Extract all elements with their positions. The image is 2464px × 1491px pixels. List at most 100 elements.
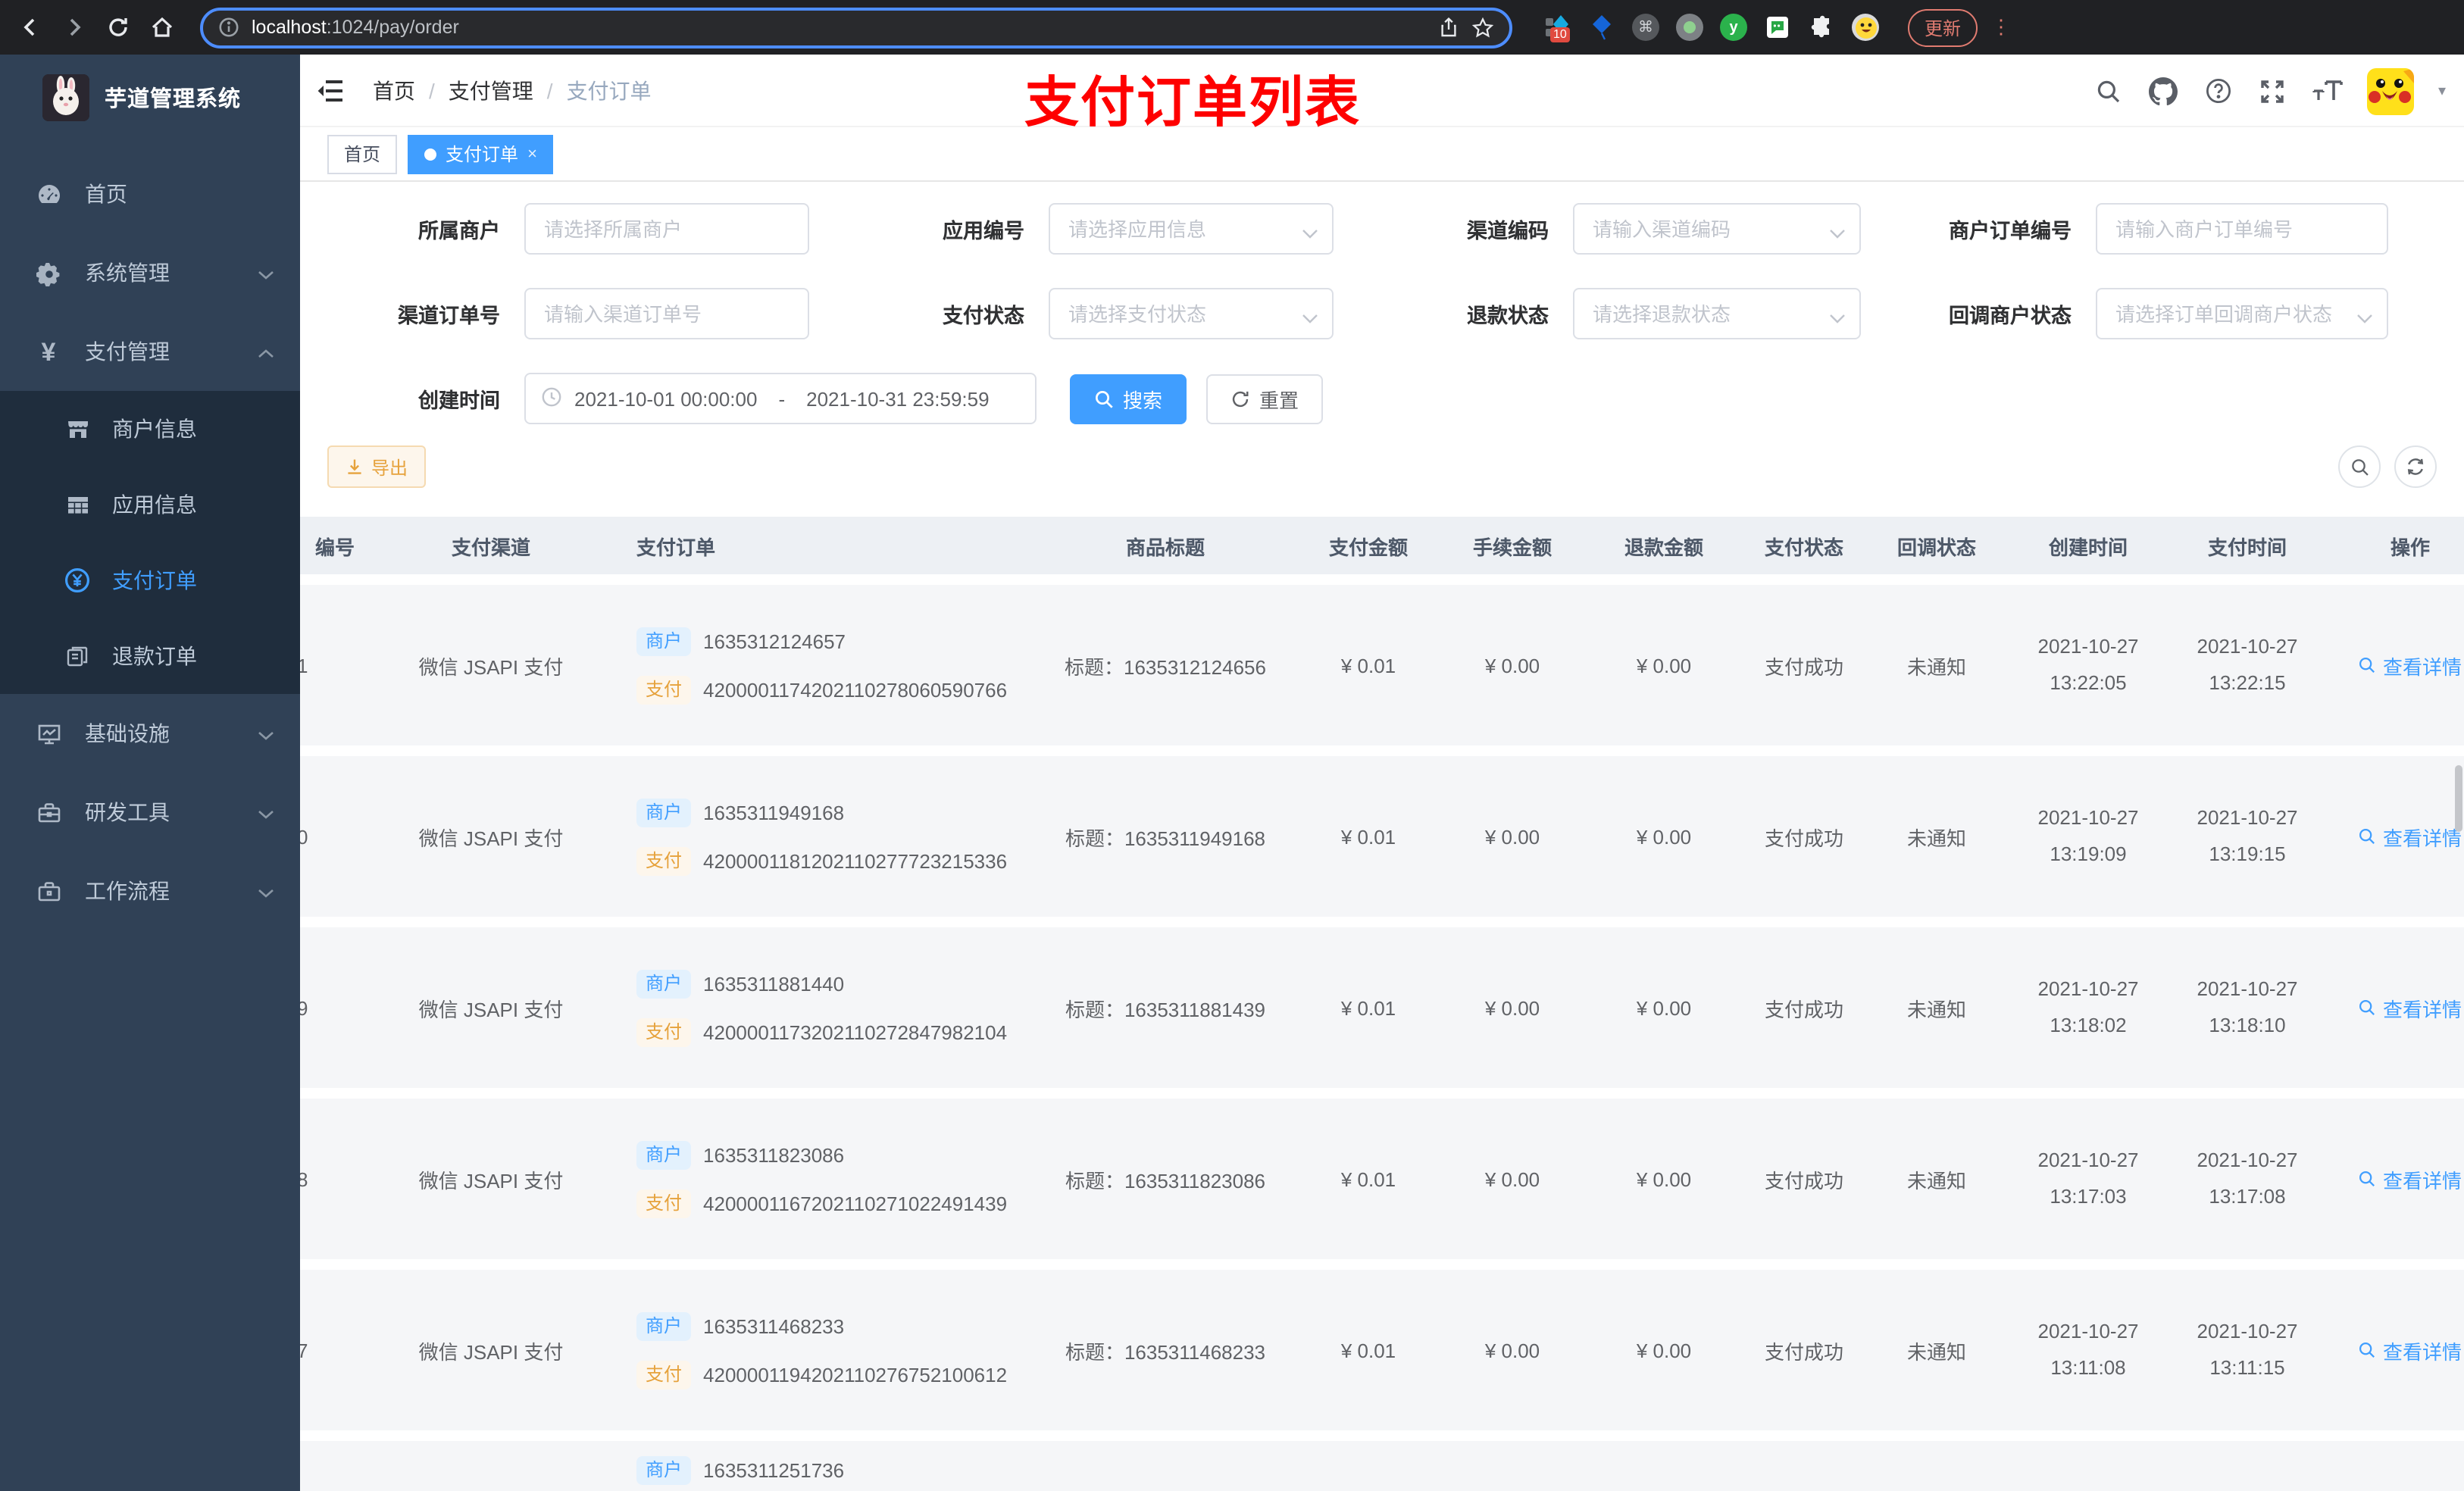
- emoji-profile-icon[interactable]: [1852, 14, 1879, 41]
- refund-status-select[interactable]: [1573, 288, 1861, 339]
- field-label: 支付状态: [943, 305, 1024, 327]
- sidebar-item-workflow[interactable]: 工作流程: [0, 852, 300, 930]
- breadcrumb: 首页 / 支付管理 / 支付订单: [373, 75, 652, 105]
- merchant-badge: 商户: [636, 798, 692, 827]
- channel-code-input[interactable]: [1573, 203, 1861, 255]
- merchant-badge: 商户: [636, 1311, 692, 1340]
- puzzle-extensions-icon[interactable]: [1808, 14, 1835, 41]
- pay-status-select[interactable]: [1049, 288, 1334, 339]
- sidebar-item-payment[interactable]: ¥ 支付管理: [0, 312, 300, 391]
- tampermonkey-extension-icon[interactable]: 10: [1544, 14, 1571, 42]
- merchant-badge: 商户: [636, 969, 692, 998]
- view-detail-link[interactable]: 查看详情: [2359, 651, 2462, 680]
- refresh-icon[interactable]: [2394, 445, 2437, 488]
- y-extension-icon[interactable]: y: [1720, 14, 1747, 41]
- pay-status-field[interactable]: [1049, 288, 1334, 339]
- chevron-down-icon: [258, 800, 274, 824]
- bookmark-star-icon[interactable]: [1471, 16, 1494, 39]
- gear-icon: [35, 259, 62, 286]
- reset-button[interactable]: 重置: [1206, 374, 1324, 424]
- channel-order-no-input[interactable]: [524, 288, 809, 339]
- app-select-input[interactable]: [1049, 203, 1334, 255]
- merchant-input[interactable]: [524, 203, 809, 255]
- create-time-range-picker[interactable]: 2021-10-01 00:00:00 - 2021-10-31 23:59:5…: [524, 373, 1037, 424]
- share-icon[interactable]: [1438, 17, 1459, 38]
- sidebar-item-app-info[interactable]: 应用信息: [0, 467, 300, 542]
- field-label: 退款状态: [1467, 305, 1549, 327]
- sidebar-item-system[interactable]: 系统管理: [0, 233, 300, 312]
- payment-submenu: 商户信息 应用信息 支付订单 退款订单: [0, 391, 300, 694]
- fullscreen-icon[interactable]: [2258, 76, 2288, 106]
- channel-order-no-field[interactable]: [524, 288, 809, 339]
- user-avatar[interactable]: [2366, 67, 2414, 114]
- search-button[interactable]: 搜索: [1070, 374, 1187, 424]
- chat-extension-icon[interactable]: [1764, 14, 1791, 41]
- sidebar-item-label: 系统管理: [85, 261, 170, 285]
- filter-row-1: 所属商户 应用编号 渠道编码 商户订单编号: [327, 203, 2437, 255]
- pay-badge: 支付: [636, 846, 692, 875]
- merchant-select-field[interactable]: [524, 203, 809, 255]
- forward-icon[interactable]: [59, 12, 89, 42]
- tags-view-bar: 首页 支付订单 ×: [300, 127, 2464, 182]
- home-icon[interactable]: [147, 12, 177, 42]
- tag-home[interactable]: 首页: [327, 134, 398, 173]
- chrome-menu-icon[interactable]: ⋮: [1991, 15, 2011, 39]
- sidebar-item-pay-order[interactable]: 支付订单: [0, 542, 300, 618]
- monitor-chart-icon: [35, 720, 62, 747]
- document-copy-icon: [64, 642, 91, 670]
- recorder-extension-icon[interactable]: [1676, 14, 1703, 41]
- toggle-search-icon[interactable]: [2338, 445, 2381, 488]
- app-logo-row[interactable]: 芋道管理系统: [0, 55, 300, 121]
- back-icon[interactable]: [15, 12, 45, 42]
- table-row: 17 微信 JSAPI 支付 商户1635311468233 支付4200001…: [300, 1270, 2464, 1430]
- chrome-update-button[interactable]: 更新: [1908, 8, 1978, 46]
- sidebar-item-label: 退款订单: [112, 644, 197, 668]
- field-label: 回调商户状态: [1949, 305, 2072, 327]
- merchant-order-no-field[interactable]: [2096, 203, 2388, 255]
- close-tag-icon[interactable]: ×: [527, 145, 537, 163]
- github-icon[interactable]: [2149, 76, 2179, 106]
- breadcrumb-home[interactable]: 首页: [373, 75, 415, 105]
- view-detail-link[interactable]: 查看详情: [2359, 993, 2462, 1022]
- clock-icon: [541, 386, 562, 411]
- page-scrollbar-thumb[interactable]: [2455, 765, 2462, 832]
- col-actions: 操作: [2323, 517, 2464, 574]
- app-select-field[interactable]: [1049, 203, 1334, 255]
- tag-pay-order[interactable]: 支付订单 ×: [408, 134, 554, 173]
- sidebar-item-infrastructure[interactable]: 基础设施: [0, 694, 300, 773]
- sidebar-item-dev-tools[interactable]: 研发工具: [0, 773, 300, 852]
- merchant-order-no-input[interactable]: [2096, 203, 2388, 255]
- callback-status-select[interactable]: [2096, 288, 2388, 339]
- site-info-icon[interactable]: [218, 17, 239, 38]
- avatar-caret-icon[interactable]: ▾: [2438, 83, 2446, 99]
- field-label: 应用编号: [943, 220, 1024, 242]
- view-detail-link[interactable]: 查看详情: [2359, 1164, 2462, 1193]
- pay-badge: 支付: [636, 1189, 692, 1217]
- refund-status-field[interactable]: [1573, 288, 1861, 339]
- search-icon[interactable]: [2094, 76, 2125, 106]
- view-detail-link[interactable]: 查看详情: [2359, 822, 2462, 851]
- browser-window: localhost:1024/pay/order 10 ⌘ y 更新 ⋮ 芋道管…: [0, 0, 2464, 1491]
- export-button[interactable]: 导出: [327, 445, 427, 488]
- url-bar[interactable]: localhost:1024/pay/order: [200, 7, 1512, 48]
- command-extension-icon[interactable]: ⌘: [1632, 14, 1659, 41]
- table-row: 19 微信 JSAPI 支付 商户1635311881440 支付4200001…: [300, 927, 2464, 1088]
- channel-code-field[interactable]: [1573, 203, 1861, 255]
- breadcrumb-payment[interactable]: 支付管理: [449, 75, 533, 105]
- sidebar-item-home[interactable]: 首页: [0, 155, 300, 233]
- sidebar-item-merchant-info[interactable]: 商户信息: [0, 391, 300, 467]
- reload-icon[interactable]: [103, 12, 133, 42]
- callback-status-field[interactable]: [2096, 288, 2388, 339]
- orders-table-wrap: 编号 支付渠道 支付订单 商品标题 支付金额 手续金额 退款金额 支付状态 回调…: [300, 506, 2464, 1491]
- table-toolbar: 导出: [327, 445, 2437, 488]
- kite-extension-icon[interactable]: [1588, 14, 1615, 41]
- col-amount: 支付金额: [1300, 517, 1437, 574]
- view-detail-link[interactable]: 查看详情: [2359, 1336, 2462, 1364]
- font-size-icon[interactable]: [2312, 76, 2343, 106]
- merchant-badge: 商户: [636, 1140, 692, 1169]
- sidebar-collapse-icon[interactable]: [300, 55, 361, 127]
- table-tools: [2338, 445, 2437, 488]
- sidebar-item-refund-order[interactable]: 退款订单: [0, 618, 300, 694]
- help-icon[interactable]: [2203, 76, 2234, 106]
- col-id: 编号: [300, 517, 406, 574]
